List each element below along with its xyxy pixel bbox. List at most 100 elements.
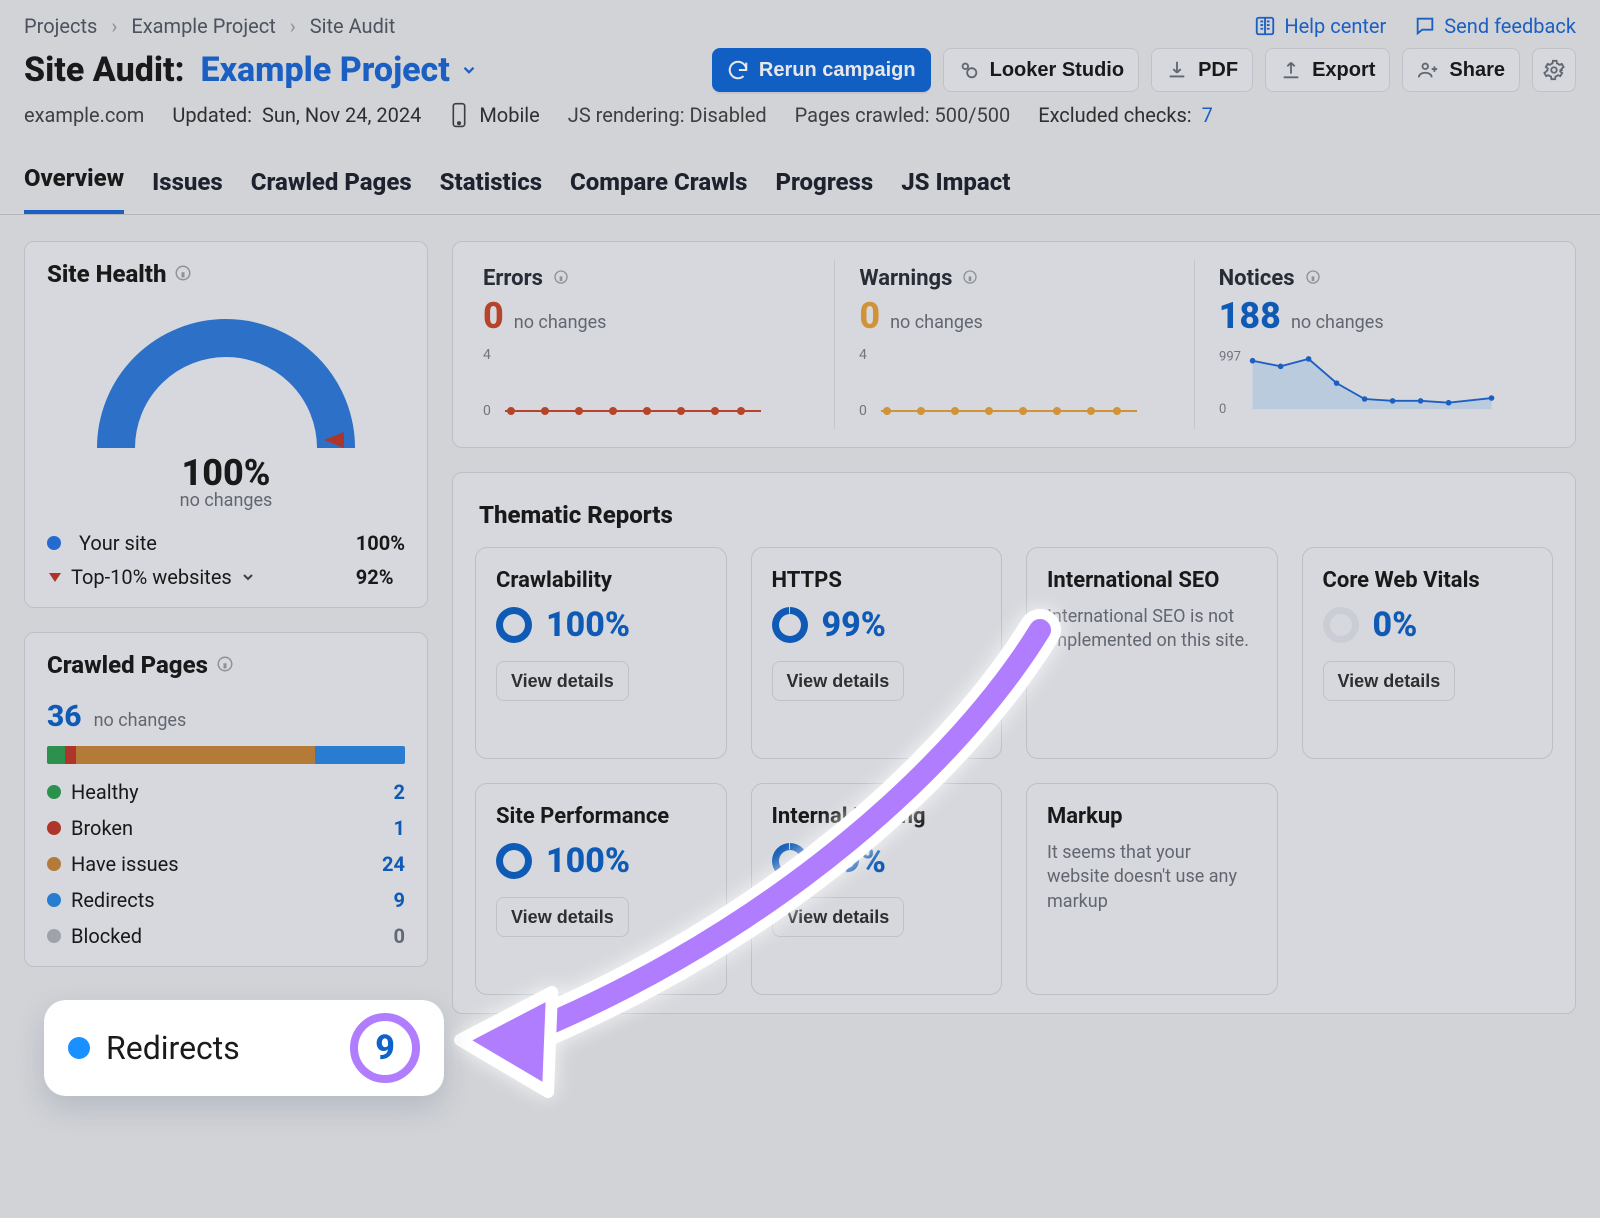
svg-text:4: 4 (483, 347, 491, 363)
chevron-right-icon: › (111, 14, 117, 38)
right-col: Errors 0no changes 4 0 (452, 241, 1576, 1014)
card-core-web-vitals[interactable]: Core Web Vitals 0% View details (1302, 547, 1554, 759)
legend-top10-label: Top-10% websites (71, 565, 232, 589)
card-markup[interactable]: Markup It seems that your website doesn'… (1026, 783, 1278, 995)
card-international-seo[interactable]: International SEO International SEO is n… (1026, 547, 1278, 759)
list-item-blocked[interactable]: Blocked (47, 924, 374, 948)
looker-icon (958, 59, 980, 81)
view-details-button[interactable]: View details (496, 661, 629, 701)
tab-overview[interactable]: Overview (24, 154, 124, 214)
card-percent: 100% (496, 841, 706, 881)
info-icon[interactable] (1305, 266, 1321, 291)
export-button[interactable]: Export (1265, 48, 1390, 92)
crawled-total: 36 (47, 699, 82, 734)
domain-label: example.com (24, 103, 144, 127)
list-item-healthy[interactable]: Healthy (47, 780, 374, 804)
list-item-have-issues[interactable]: Have issues (47, 852, 374, 876)
settings-button[interactable] (1532, 48, 1576, 92)
tabs: Overview Issues Crawled Pages Statistics… (0, 142, 1600, 215)
page-title: Site Audit: (24, 50, 185, 90)
bar-broken (65, 746, 76, 764)
blocked-value[interactable]: 0 (382, 924, 405, 948)
help-center-label: Help center (1284, 14, 1386, 38)
project-link[interactable]: Example Project (201, 50, 478, 90)
share-button[interactable]: Share (1402, 48, 1520, 92)
excluded-checks-link[interactable]: 7 (1202, 103, 1213, 127)
help-center-link[interactable]: Help center (1254, 14, 1386, 38)
list-item-redirects[interactable]: Redirects (47, 888, 374, 912)
tab-issues[interactable]: Issues (152, 158, 223, 214)
card-note: It seems that your website doesn't use a… (1047, 841, 1257, 914)
legend-your-site: Your site (47, 531, 344, 555)
card-percent: 100% (496, 605, 706, 645)
metric-errors-title: Errors (483, 266, 810, 291)
rerun-button[interactable]: Rerun campaign (712, 48, 931, 92)
send-feedback-label: Send feedback (1444, 14, 1576, 38)
svg-text:0: 0 (483, 403, 491, 419)
dot-icon (47, 929, 61, 943)
breadcrumb-projects[interactable]: Projects (24, 14, 97, 38)
progress-ring-icon (496, 843, 532, 879)
tab-statistics[interactable]: Statistics (440, 158, 542, 214)
tab-progress[interactable]: Progress (775, 158, 873, 214)
dot-icon (47, 785, 61, 799)
healthy-value[interactable]: 2 (382, 780, 405, 804)
card-percent: 0% (1323, 605, 1533, 645)
dot-icon (68, 1037, 90, 1059)
broken-value[interactable]: 1 (382, 816, 405, 840)
info-icon[interactable] (962, 266, 978, 291)
send-feedback-link[interactable]: Send feedback (1414, 14, 1576, 38)
crawled-title-text: Crawled Pages (47, 651, 208, 679)
have-issues-value[interactable]: 24 (382, 852, 405, 876)
progress-ring-icon (496, 607, 532, 643)
tab-crawled-pages[interactable]: Crawled Pages (251, 158, 412, 214)
card-title: HTTPS (772, 568, 982, 593)
legend-top10[interactable]: Top-10% websites (47, 565, 344, 589)
view-details-button[interactable]: View details (1323, 661, 1456, 701)
info-icon[interactable] (216, 651, 234, 679)
breadcrumb-project[interactable]: Example Project (131, 14, 275, 38)
list-item-broken[interactable]: Broken (47, 816, 374, 840)
metric-errors: Errors 0no changes 4 0 (475, 260, 834, 429)
updated-value: Sun, Nov 24, 2024 (262, 103, 421, 127)
looker-label: Looker Studio (990, 59, 1124, 82)
card-https[interactable]: HTTPS 99% View details (751, 547, 1003, 759)
progress-ring-icon (772, 843, 808, 879)
info-icon[interactable] (174, 260, 192, 288)
tab-js-impact[interactable]: JS Impact (901, 158, 1010, 214)
info-icon[interactable] (553, 266, 569, 291)
gauge-needle-icon (322, 428, 346, 452)
toolbar: Rerun campaign Looker Studio PDF Export … (712, 48, 1576, 92)
rerun-label: Rerun campaign (759, 59, 916, 82)
healthy-label: Healthy (71, 780, 139, 804)
tab-compare-crawls[interactable]: Compare Crawls (570, 158, 747, 214)
card-internal-linking[interactable]: Internal Linking 99% View details (751, 783, 1003, 995)
main: Site Health 100% no changes (0, 215, 1600, 1038)
metrics-panel: Errors 0no changes 4 0 (452, 241, 1576, 448)
view-details-button[interactable]: View details (772, 897, 905, 937)
callout-value: 9 (375, 1028, 395, 1068)
view-details-button[interactable]: View details (496, 897, 629, 937)
bar-have-issues (76, 746, 316, 764)
book-icon (1254, 15, 1276, 37)
callout-redirects: Redirects 9 (44, 1000, 444, 1096)
pdf-button[interactable]: PDF (1151, 48, 1253, 92)
card-crawlability[interactable]: Crawlability 100% View details (475, 547, 727, 759)
looker-button[interactable]: Looker Studio (943, 48, 1139, 92)
site-health-legend: Your site 100% Top-10% websites 92% (47, 531, 405, 589)
refresh-icon (727, 59, 749, 81)
metric-notices-value: 188no changes (1219, 295, 1529, 337)
crawled-pages-panel: Crawled Pages 36 no changes Healthy 2 Br… (24, 632, 428, 967)
svg-text:0: 0 (859, 403, 867, 419)
view-details-button[interactable]: View details (772, 661, 905, 701)
card-note: International SEO is not implemented on … (1047, 605, 1257, 654)
subinfo: example.com Updated: Sun, Nov 24, 2024 M… (0, 98, 1600, 142)
user-plus-icon (1417, 59, 1439, 81)
redirects-value[interactable]: 9 (382, 888, 405, 912)
card-site-performance[interactable]: Site Performance 100% View details (475, 783, 727, 995)
chevron-right-icon: › (290, 14, 296, 38)
metric-warnings-title: Warnings (859, 266, 1169, 291)
broken-label: Broken (71, 816, 133, 840)
pages-crawled: Pages crawled: 500/500 (795, 103, 1011, 127)
thematic-panel: Thematic Reports Crawlability 100% View … (452, 472, 1576, 1014)
